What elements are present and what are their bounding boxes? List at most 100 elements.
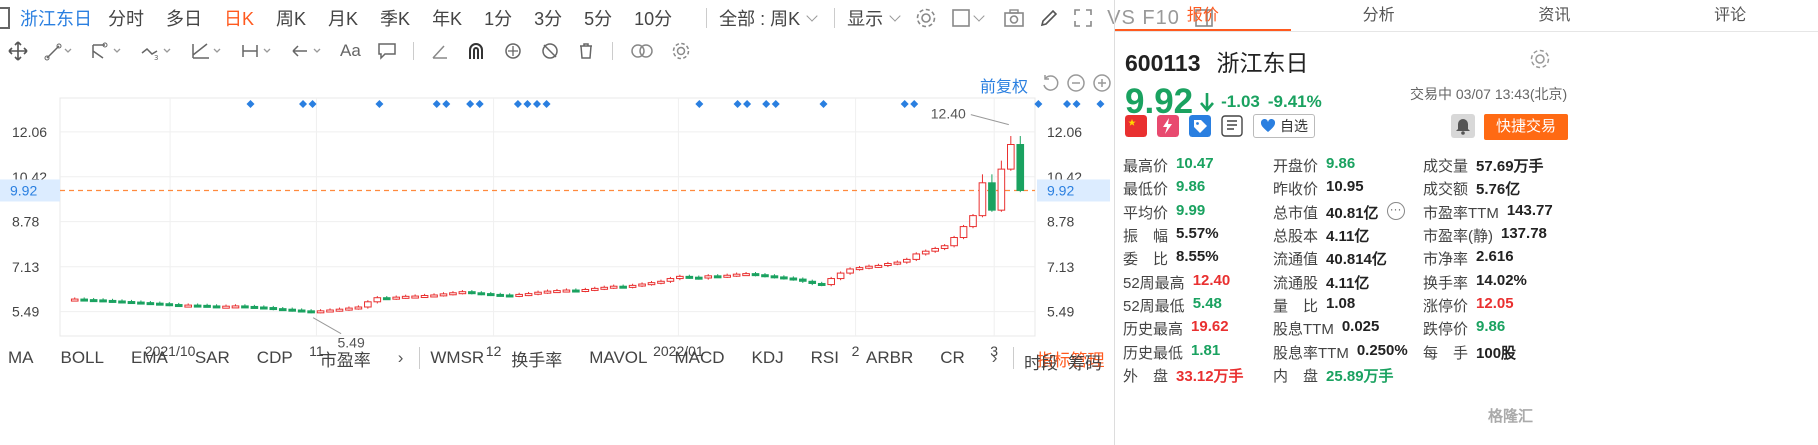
fib-tool-icon[interactable] bbox=[190, 41, 224, 61]
period-tab[interactable]: 分时 bbox=[108, 5, 144, 31]
quote-field-value: 0.250% bbox=[1356, 341, 1408, 359]
candle-body bbox=[647, 282, 656, 286]
indicator-item[interactable]: CDP bbox=[257, 348, 293, 368]
period-tab[interactable]: 5分 bbox=[584, 5, 612, 31]
quote-field-label: 平均价 bbox=[1123, 204, 1169, 222]
candle-body bbox=[477, 292, 486, 296]
more-indicators-button[interactable]: › bbox=[398, 348, 404, 368]
adjust-mode-link[interactable]: 前复权 bbox=[980, 73, 1028, 97]
drawing-settings-icon[interactable] bbox=[671, 41, 691, 61]
display-select[interactable]: 显示 bbox=[847, 5, 905, 31]
quote-field-value: 100股 bbox=[1476, 344, 1517, 362]
candle-body bbox=[278, 308, 287, 312]
wave-tool-icon[interactable]: 3 bbox=[140, 41, 174, 61]
candle-body bbox=[978, 182, 987, 217]
candle-body bbox=[184, 304, 193, 308]
quote-field-value: 40.81亿 bbox=[1326, 204, 1379, 222]
panel-settings-icon[interactable] bbox=[1529, 48, 1551, 70]
indicator-item[interactable]: WMSR bbox=[430, 348, 484, 368]
period-tab[interactable]: 年K bbox=[432, 5, 462, 31]
indicator-item[interactable]: MA bbox=[8, 348, 34, 368]
indicator-item[interactable]: 换手率 bbox=[511, 346, 562, 371]
hide-drawing-icon[interactable] bbox=[540, 41, 560, 61]
plot-frame bbox=[59, 97, 1036, 337]
period-select[interactable]: 全部 : 周K bbox=[719, 5, 822, 31]
more-indicators-button[interactable]: › bbox=[992, 348, 998, 368]
fullscreen-icon[interactable] bbox=[1073, 8, 1093, 28]
candle-body bbox=[827, 278, 835, 286]
candle-body bbox=[846, 268, 854, 274]
comment-icon[interactable] bbox=[377, 41, 397, 61]
pencil-icon[interactable] bbox=[1039, 8, 1059, 28]
quote-field-value: 9.86 bbox=[1476, 318, 1506, 336]
panel-tab[interactable]: 报价 bbox=[1115, 0, 1291, 31]
candle-body bbox=[496, 293, 505, 297]
bell-icon[interactable] bbox=[1451, 114, 1475, 138]
china-flag-icon[interactable] bbox=[1125, 115, 1147, 137]
indicator-item[interactable]: SAR bbox=[195, 348, 230, 368]
period-tab[interactable]: 周K bbox=[276, 5, 306, 31]
gear-icon[interactable] bbox=[915, 7, 937, 29]
chip-button[interactable]: 筹码 bbox=[1068, 349, 1102, 374]
drawing-toolbar: 3 Aa bbox=[0, 36, 1110, 66]
chart-style-select[interactable] bbox=[951, 8, 989, 28]
indicator-item[interactable]: 市盈率 bbox=[320, 346, 371, 371]
zoom-in-icon[interactable] bbox=[1092, 73, 1112, 93]
panel-tab[interactable]: 分析 bbox=[1291, 0, 1467, 31]
text-tool-button[interactable]: Aa bbox=[340, 41, 361, 61]
lock-drawing-icon[interactable] bbox=[502, 41, 524, 61]
move-icon[interactable] bbox=[8, 41, 28, 61]
indicator-item[interactable]: MACD bbox=[674, 348, 724, 368]
quote-field-value: 12.40 bbox=[1192, 271, 1231, 289]
indicator-item[interactable]: BOLL bbox=[61, 348, 104, 368]
magnet-icon[interactable] bbox=[466, 41, 486, 61]
line-tool-icon[interactable] bbox=[44, 41, 74, 61]
trading-status: 交易中 03/07 13:43(北京) bbox=[1410, 86, 1568, 102]
quote-field: 市净率 2.616 bbox=[1423, 248, 1573, 269]
trash-icon[interactable] bbox=[576, 41, 596, 61]
more-dots-icon[interactable]: ··· bbox=[1386, 201, 1405, 220]
candle-body bbox=[439, 293, 448, 297]
panel-tab[interactable]: 资讯 bbox=[1467, 0, 1643, 31]
indicator-item[interactable]: CR bbox=[940, 348, 965, 368]
period-tab[interactable]: 日K bbox=[224, 5, 254, 31]
add-watchlist-button[interactable]: 自选 bbox=[1253, 114, 1315, 138]
candle-body bbox=[345, 307, 353, 311]
channel-tool-icon[interactable] bbox=[90, 41, 124, 61]
session-button[interactable]: 时段 bbox=[1024, 349, 1058, 374]
zoom-out-icon[interactable] bbox=[1066, 73, 1086, 93]
candle-body bbox=[382, 297, 391, 301]
quote-field-value: 1.81 bbox=[1191, 341, 1221, 359]
indicator-item[interactable]: RSI bbox=[811, 348, 839, 368]
quote-field-value: 25.89万手 bbox=[1326, 367, 1394, 385]
indicator-item[interactable]: MAVOL bbox=[589, 348, 647, 368]
indicator-item[interactable]: EMA bbox=[131, 348, 168, 368]
camera-icon[interactable] bbox=[1003, 8, 1025, 28]
candle-body bbox=[609, 285, 618, 289]
quick-trade-button[interactable]: 快捷交易 bbox=[1484, 114, 1568, 140]
indicator-item[interactable]: ARBR bbox=[866, 348, 913, 368]
period-tab[interactable]: 多日 bbox=[166, 5, 202, 31]
tag-icon[interactable] bbox=[1189, 115, 1211, 137]
quote-field: 历史最高 19.62 bbox=[1123, 318, 1273, 339]
period-tab[interactable]: 1分 bbox=[484, 5, 512, 31]
period-tab[interactable]: 10分 bbox=[634, 5, 672, 31]
period-tab[interactable]: 月K bbox=[328, 5, 358, 31]
reset-icon[interactable] bbox=[1040, 73, 1060, 93]
arrow-tool-icon[interactable] bbox=[290, 41, 324, 61]
panel-toggle-icon[interactable] bbox=[0, 7, 10, 29]
period-tab[interactable]: 季K bbox=[380, 5, 410, 31]
panel-tab[interactable]: 评论 bbox=[1642, 0, 1818, 31]
angle-tool-icon[interactable] bbox=[430, 41, 450, 61]
notes-icon[interactable] bbox=[1221, 115, 1243, 137]
compare-icon[interactable] bbox=[629, 41, 655, 61]
stock-name-link[interactable]: 浙江东日 bbox=[20, 5, 92, 31]
candle-body bbox=[988, 182, 996, 211]
measure-tool-icon[interactable] bbox=[240, 41, 274, 61]
quote-field-label: 最高价 bbox=[1123, 158, 1169, 176]
margin-trading-icon[interactable] bbox=[1157, 115, 1179, 137]
indicator-item[interactable]: KDJ bbox=[752, 348, 784, 368]
y-tick-label-left: 5.49 bbox=[12, 304, 39, 320]
period-tab[interactable]: 3分 bbox=[534, 5, 562, 31]
quote-field-label: 历史最高 bbox=[1123, 321, 1184, 339]
